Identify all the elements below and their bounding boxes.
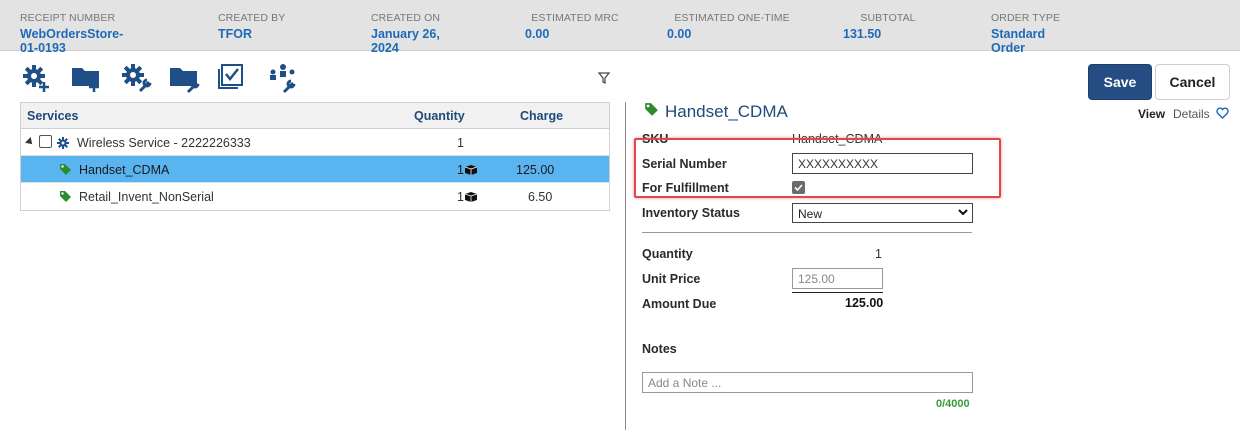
subtotal-field: SUBTOTAL 131.50: [843, 12, 933, 41]
estimated-one-time-value: 0.00: [667, 27, 692, 41]
product-tag-icon: [60, 191, 71, 202]
amount-divider: [792, 292, 883, 293]
save-button[interactable]: Save: [1088, 64, 1152, 100]
product-tag-icon: [60, 164, 71, 175]
product-tag-icon: [645, 103, 658, 116]
notes-label: Notes: [642, 342, 677, 356]
cancel-button[interactable]: Cancel: [1155, 64, 1230, 100]
product-name: Handset_CDMA: [79, 163, 170, 177]
tab-details[interactable]: Details: [1173, 107, 1210, 121]
created-on-value: January 26, 2024: [371, 27, 440, 55]
amount-due-label: Amount Due: [642, 297, 717, 311]
estimated-mrc-field: ESTIMATED MRC 0.00: [525, 12, 625, 41]
table-row-wireless-service[interactable]: Wireless Service - 2222226333 1: [21, 129, 609, 156]
product-charge: 6.50: [528, 190, 553, 204]
table-row-handset-cdma[interactable]: Handset_CDMA 1 125.00: [21, 156, 609, 183]
inventory-box-icon: [464, 192, 478, 202]
receipt-number-field: RECEIPT NUMBER WebOrdersStore-01-0193: [20, 12, 123, 55]
product-charge: 125.00: [516, 163, 555, 177]
created-by-field: CREATED BY TFOR: [218, 12, 286, 41]
order-summary-header: RECEIPT NUMBER WebOrdersStore-01-0193 CR…: [0, 0, 1240, 55]
created-by-label: CREATED BY: [218, 12, 286, 24]
unit-price-label: Unit Price: [642, 272, 701, 286]
quantity-label: Quantity: [642, 247, 693, 261]
add-folder-icon[interactable]: [70, 62, 104, 94]
notes-character-counter: 0/4000: [936, 398, 970, 410]
order-type-value: Standard Order: [991, 27, 1046, 55]
estimated-mrc-label: ESTIMATED MRC: [531, 12, 619, 24]
inventory-status-select[interactable]: New: [792, 203, 973, 223]
inventory-box-icon: [464, 165, 478, 175]
service-gear-icon: [57, 137, 69, 149]
detail-title: Handset_CDMA: [665, 102, 788, 121]
tab-view[interactable]: View: [1138, 107, 1165, 121]
services-column-header[interactable]: Services: [27, 109, 78, 123]
configure-folder-icon[interactable]: [168, 62, 202, 94]
table-row-retail-invent[interactable]: Retail_Invent_NonSerial 1 6.50: [21, 183, 609, 210]
bulk-check-icon[interactable]: [216, 62, 250, 94]
notes-input[interactable]: Add a Note ...: [642, 372, 973, 393]
estimated-mrc-value: 0.00: [525, 27, 550, 41]
order-type-field: ORDER TYPE Standard Order: [991, 12, 1061, 55]
service-name: Wireless Service - 2222226333: [77, 136, 251, 150]
created-by-value: TFOR: [218, 27, 253, 41]
chevron-down-icon: [958, 209, 968, 216]
inventory-status-value: New: [798, 207, 823, 221]
quantity-value: 1: [875, 247, 882, 261]
estimated-one-time-label: ESTIMATED ONE-TIME: [674, 12, 790, 24]
charge-column-header[interactable]: Charge: [520, 109, 563, 123]
created-on-field: CREATED ON January 26, 2024: [371, 12, 441, 55]
subtotal-label: SUBTOTAL: [860, 12, 916, 24]
receipt-number-label: RECEIPT NUMBER: [20, 12, 116, 24]
section-divider: [642, 232, 972, 233]
subtotal-value: 131.50: [843, 27, 882, 41]
receipt-number-value[interactable]: WebOrdersStore-01-0193: [20, 27, 123, 55]
filter-icon[interactable]: [598, 72, 610, 84]
panel-divider: [625, 102, 626, 430]
estimated-one-time-field: ESTIMATED ONE-TIME 0.00: [667, 12, 797, 41]
order-type-label: ORDER TYPE: [991, 12, 1061, 24]
group-configure-icon[interactable]: [266, 62, 300, 94]
quantity-column-header[interactable]: Quantity: [414, 109, 465, 123]
services-table-header: Services Quantity Charge: [21, 103, 609, 129]
unit-price-input[interactable]: 125.00: [792, 268, 883, 289]
product-quantity: 1: [457, 163, 464, 177]
amount-due-value: 125.00: [845, 296, 884, 310]
row-checkbox[interactable]: [39, 135, 52, 148]
inventory-status-label: Inventory Status: [642, 206, 740, 220]
configure-service-icon[interactable]: [120, 62, 154, 94]
add-service-icon[interactable]: [20, 62, 54, 94]
service-quantity: 1: [457, 136, 464, 150]
created-on-label: CREATED ON: [371, 12, 441, 24]
services-table: Services Quantity Charge Wireless Servic…: [20, 102, 610, 211]
favorite-heart-icon[interactable]: [1216, 107, 1229, 119]
highlight-box: [634, 138, 1001, 198]
product-name: Retail_Invent_NonSerial: [79, 190, 214, 204]
product-quantity: 1: [457, 190, 464, 204]
collapse-caret-icon[interactable]: [25, 137, 35, 147]
